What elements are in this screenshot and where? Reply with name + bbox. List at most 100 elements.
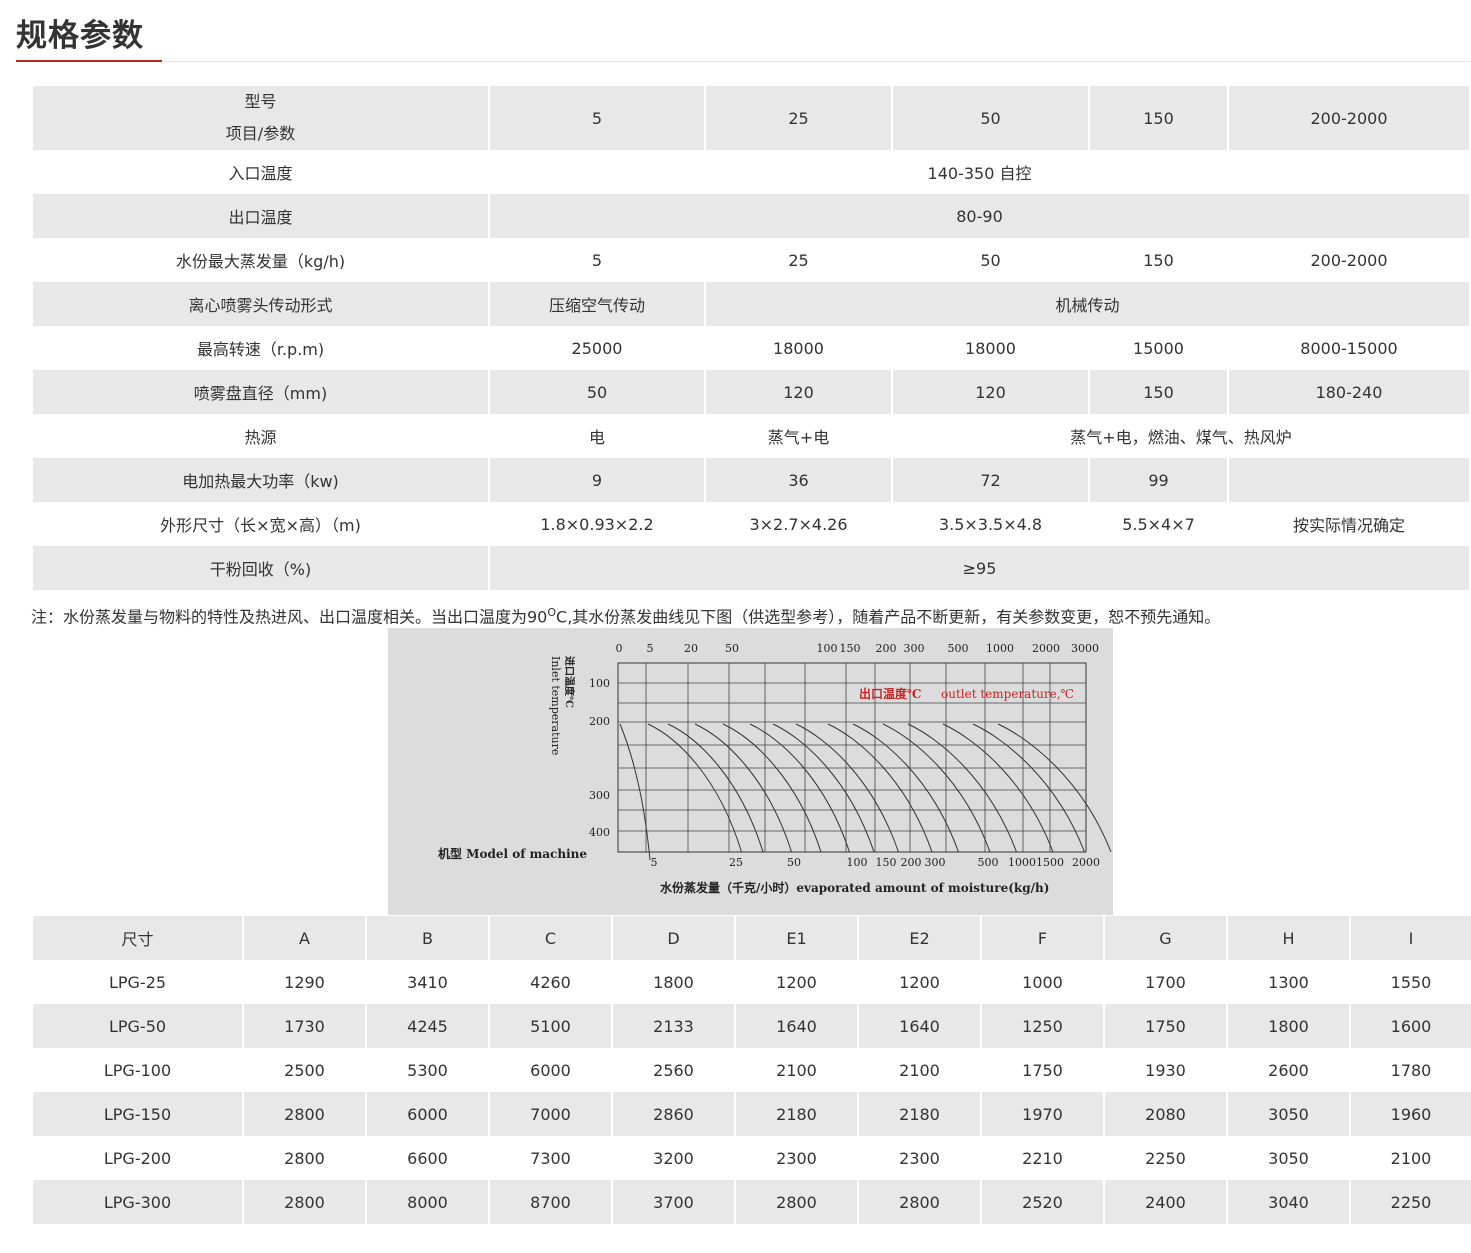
tick-label: 100 [847, 856, 868, 869]
dim-value-cell: 8700 [490, 1180, 611, 1224]
tick-label: 0 [616, 642, 623, 655]
tick-label: 25 [729, 856, 743, 869]
spec-cell: 18000 [893, 326, 1088, 370]
spec-cell: 15000 [1090, 326, 1227, 370]
spec-cell: 8000-15000 [1229, 326, 1469, 370]
dim-header-cell: E1 [736, 916, 857, 960]
tick-label: 1000 [1008, 856, 1036, 869]
dim-header-cell: A [244, 916, 365, 960]
selection-note: 注：水份蒸发量与物料的特性及热进风、出口温度相关。当出口温度为90OC,其水份蒸… [31, 601, 1220, 629]
spec-row-label: 热源 [33, 414, 488, 458]
title-divider [16, 61, 1471, 62]
dim-value-cell: 2250 [1105, 1136, 1226, 1180]
dim-value-cell: 4245 [367, 1004, 488, 1048]
dim-header-cell: C [490, 916, 611, 960]
spec-cell: 25 [706, 238, 891, 282]
dim-model-cell: LPG-50 [33, 1004, 242, 1048]
tick-label: 5 [647, 642, 654, 655]
dim-value-cell: 3050 [1228, 1092, 1349, 1136]
spec-table-body: 型号 项目/参数 5 25 50 150 200-2000 入口温度 140-35… [33, 86, 1469, 590]
dim-value-cell: 2800 [244, 1136, 365, 1180]
section-title: 规格参数 [16, 18, 144, 54]
dim-value-cell: 2860 [613, 1092, 734, 1136]
spec-cell: 80-90 [490, 194, 1469, 238]
dim-value-cell: 1550 [1351, 960, 1471, 1004]
dim-value-cell: 1960 [1351, 1092, 1471, 1136]
spec-cell: 18000 [706, 326, 891, 370]
y-axis-ticks: 100 200 300 400 [589, 677, 610, 839]
dim-value-cell: 6600 [367, 1136, 488, 1180]
x-axis-label: 水份蒸发量（千克/小时）evaporated amount of moistur… [660, 880, 1049, 895]
dim-value-cell: 2100 [736, 1048, 857, 1092]
note-degree-sup: O [547, 606, 557, 619]
header-model-cell: 5 [490, 86, 704, 150]
dim-value-cell: 3050 [1228, 1136, 1349, 1180]
dim-value-cell: 1200 [859, 960, 980, 1004]
tick-label: 200 [589, 715, 610, 728]
dim-value-cell: 2600 [1228, 1048, 1349, 1092]
header-model-cell: 25 [706, 86, 891, 150]
dim-row: LPG-150 2800 6000 7000 2860 2180 2180 1970 2080 3… [33, 1092, 1471, 1136]
dim-row: LPG-300 2800 8000 8700 3700 2800 2800 2520 2400 3… [33, 1180, 1471, 1224]
spec-cell: 150 [1090, 370, 1227, 414]
tick-label: 3000 [1071, 642, 1099, 655]
tick-label: 1000 [986, 642, 1014, 655]
tick-label: 300 [925, 856, 946, 869]
spec-cell: 50 [893, 238, 1088, 282]
note-text-tail: C,其水份蒸发曲线见下图（供选型参考），随着产品不断更新，有关参数变更，恕不预先… [556, 607, 1221, 627]
spec-cell: 50 [490, 370, 704, 414]
y-axis-label-cn: 进口温度℃ [563, 656, 576, 708]
dim-row: LPG-200 2800 6600 7300 3200 2300 2300 2210 2250 3… [33, 1136, 1471, 1180]
evaporation-curve [667, 723, 764, 853]
dim-header-cell: I [1351, 916, 1471, 960]
evaporation-curve [942, 723, 1054, 853]
dim-value-cell: 1700 [1105, 960, 1226, 1004]
dim-value-cell: 3200 [613, 1136, 734, 1180]
dim-header-cell: B [367, 916, 488, 960]
spec-row-label: 最高转速（r.p.m) [33, 326, 488, 370]
spec-cell: ≥95 [490, 546, 1469, 590]
dim-value-cell: 5300 [367, 1048, 488, 1092]
spec-cell: 36 [706, 458, 891, 502]
dim-value-cell: 1750 [1105, 1004, 1226, 1048]
spec-cell: 3.5×3.5×4.8 [893, 502, 1088, 546]
spec-cell: 3×2.7×4.26 [706, 502, 891, 546]
evaporation-curve [827, 723, 933, 853]
tick-label: 500 [948, 642, 969, 655]
legend-cn: 出口温度℃ [859, 686, 921, 701]
title-accent-bar [16, 60, 162, 62]
spec-row-label: 外形尺寸（长×宽×高）（m) [33, 502, 488, 546]
evaporation-curve-figure: 进口温度℃ Inlet temperature 100 200 300 400 052… [388, 628, 1113, 915]
dim-value-cell: 2800 [244, 1092, 365, 1136]
legend-en: outlet temperature,℃ [941, 687, 1074, 701]
tick-label: 5 [651, 856, 658, 869]
spec-row-label: 出口温度 [33, 194, 488, 238]
dim-value-cell: 2250 [1351, 1180, 1471, 1224]
dim-value-cell: 3700 [613, 1180, 734, 1224]
tick-label: 150 [876, 856, 897, 869]
tick-label: 100 [589, 677, 610, 690]
tick-label: 150 [840, 642, 861, 655]
dim-value-cell: 1600 [1351, 1004, 1471, 1048]
spec-row: 出口温度 80-90 [33, 194, 1469, 238]
tick-label: 300 [589, 789, 610, 802]
spec-row-label: 喷雾盘直径（mm) [33, 370, 488, 414]
header-model-cell: 50 [893, 86, 1088, 150]
dim-value-cell: 1800 [613, 960, 734, 1004]
tick-label: 100 [817, 642, 838, 655]
dimension-table: 尺寸 A B C D E1 E2 F G H I LPG-25 1290 3410 4260 1800 1200… [31, 916, 1471, 1224]
dim-model-cell: LPG-25 [33, 960, 242, 1004]
tick-label: 200 [901, 856, 922, 869]
spec-cell: 5 [490, 238, 704, 282]
spec-row: 入口温度 140-350 自控 [33, 150, 1469, 194]
spec-row-label: 水份最大蒸发量（kg/h) [33, 238, 488, 282]
curve-lines [619, 723, 1112, 861]
dim-header-cell: G [1105, 916, 1226, 960]
tick-label: 400 [589, 826, 610, 839]
header-model-cell: 200-2000 [1229, 86, 1469, 150]
tick-label: 300 [904, 642, 925, 655]
evaporation-curve [619, 723, 651, 861]
tick-label: 2000 [1072, 856, 1100, 869]
dim-value-cell: 7300 [490, 1136, 611, 1180]
spec-header-label: 型号 项目/参数 [33, 86, 488, 150]
